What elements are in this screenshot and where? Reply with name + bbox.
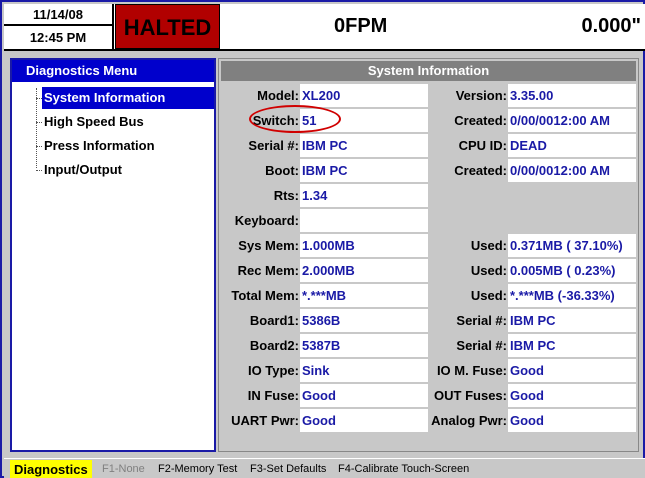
- right-row-label: Used:: [470, 288, 507, 303]
- right-row-label: Created:: [454, 163, 507, 178]
- right-row-value: 3.35.00: [508, 84, 636, 108]
- left-row-label: IN Fuse:: [247, 388, 299, 403]
- datetime-box: 11/14/08 12:45 PM: [4, 4, 114, 49]
- right-row-value: 0/00/0012:00 AM: [508, 159, 636, 183]
- right-row-label: IO M. Fuse:: [436, 363, 507, 378]
- menu-title: Diagnostics Menu: [12, 60, 214, 82]
- right-row-label: [429, 209, 507, 233]
- left-row-label: Board1:: [249, 313, 299, 328]
- menu-item-system-information[interactable]: System Information: [36, 87, 214, 109]
- f3-set-defaults-key[interactable]: F3-Set Defaults: [250, 461, 326, 477]
- left-row-value: 2.000MB: [300, 259, 428, 283]
- left-row-value: Sink: [300, 359, 428, 383]
- f1-key[interactable]: F1-None: [102, 461, 145, 477]
- left-row-value: 1.000MB: [300, 234, 428, 258]
- right-row-value: 0/00/0012:00 AM: [508, 109, 636, 133]
- tree-connector: [36, 88, 37, 168]
- mode-indicator: Diagnostics: [10, 460, 92, 478]
- panel-title: System Information: [221, 61, 636, 81]
- left-row-label: Board2:: [249, 338, 299, 353]
- f4-calibrate-key[interactable]: F4-Calibrate Touch-Screen: [338, 461, 469, 477]
- left-row-value: *.***MB: [300, 284, 428, 308]
- right-row-label: Serial #:: [456, 313, 507, 328]
- right-row-value: *.***MB (-36.33%): [508, 284, 636, 308]
- left-row-label: Rts:: [273, 188, 299, 203]
- length-counter: 0.000": [581, 15, 641, 37]
- left-row-value: 5386B: [300, 309, 428, 333]
- menu-item-press-information[interactable]: Press Information: [36, 135, 155, 157]
- f2-memory-test-key[interactable]: F2-Memory Test: [158, 461, 237, 477]
- right-row-value: DEAD: [508, 134, 636, 158]
- left-row-label: UART Pwr:: [231, 413, 299, 428]
- left-row-label: Rec Mem:: [237, 263, 299, 278]
- right-row-value: [508, 209, 636, 233]
- right-row-value: IBM PC: [508, 334, 636, 358]
- left-row-value: IBM PC: [300, 134, 428, 158]
- menu-item-input-output[interactable]: Input/Output: [36, 159, 122, 181]
- left-row-label: Keyboard:: [234, 213, 299, 228]
- right-row-label: Version:: [455, 88, 507, 103]
- right-row-value: Good: [508, 384, 636, 408]
- left-row-label: Boot:: [265, 163, 299, 178]
- left-row-value: 5387B: [300, 334, 428, 358]
- left-row-value: IBM PC: [300, 159, 428, 183]
- right-row-label: Serial #:: [456, 338, 507, 353]
- right-row-value: [508, 184, 636, 208]
- right-row-value: Good: [508, 359, 636, 383]
- right-row-label: Analog Pwr:: [431, 413, 507, 428]
- right-row-label: [429, 184, 507, 208]
- time-display: 12:45 PM: [29, 30, 87, 45]
- switch-highlight-ring: [249, 105, 341, 133]
- app-frame: 11/14/08 12:45 PM HALTED 0FPM 0.000" Dia…: [0, 0, 645, 478]
- left-row-value: XL200: [300, 84, 428, 108]
- status-header: 11/14/08 12:45 PM HALTED 0FPM 0.000": [4, 4, 645, 51]
- right-row-value: 0.371MB ( 37.10%): [508, 234, 636, 258]
- left-row-value: [300, 209, 428, 233]
- diagnostics-menu: Diagnostics Menu System Information High…: [10, 58, 216, 452]
- right-row-label: OUT Fuses:: [434, 388, 507, 403]
- date-display: 11/14/08: [4, 4, 112, 26]
- left-row-value: Good: [300, 384, 428, 408]
- left-row-value: Good: [300, 409, 428, 433]
- right-row-label: Used:: [470, 263, 507, 278]
- left-row-label: Sys Mem:: [238, 238, 299, 253]
- speed-readout: 0FPM: [334, 15, 388, 37]
- left-row-label: Serial #:: [248, 138, 299, 153]
- right-row-value: IBM PC: [508, 309, 636, 333]
- right-row-label: Created:: [454, 113, 507, 128]
- function-key-bar: Diagnostics F1-None F2-Memory Test F3-Se…: [4, 458, 645, 478]
- menu-item-high-speed-bus[interactable]: High Speed Bus: [36, 111, 144, 133]
- right-row-label: CPU ID:: [458, 138, 507, 153]
- left-row-value: 1.34: [300, 184, 428, 208]
- right-row-value: Good: [508, 409, 636, 433]
- right-row-value: 0.005MB ( 0.23%): [508, 259, 636, 283]
- left-row-label: Total Mem:: [231, 288, 299, 303]
- machine-status-badge: HALTED: [115, 4, 220, 49]
- left-row-label: IO Type:: [247, 363, 299, 378]
- right-row-label: Used:: [470, 238, 507, 253]
